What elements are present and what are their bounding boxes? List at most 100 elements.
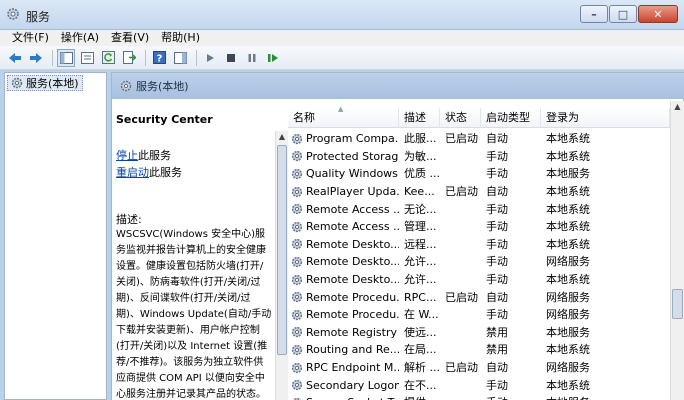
column-header-description[interactable]: 描述 [399,108,440,128]
description-line: 关闭)、防病毒软件(打开/关闭/过 [116,277,261,288]
service-status: 已启动 [445,361,478,375]
back-button[interactable] [6,49,24,67]
table-row[interactable]: Remote Procedu... 在 W... 手动 网络服务 [288,306,670,324]
service-log-on-as: 本地服务 [546,167,590,181]
table-row[interactable]: Remote Deskto... 允许... 手动 网络服务 [288,253,670,271]
table-row[interactable]: RealPlayer Upda... Kee... 已启动 自动 本地系统 [288,183,670,201]
services-gear-icon [11,77,23,89]
show-hide-button[interactable] [171,49,189,67]
pane-header: 服务(本地) [112,73,684,99]
description-scrollbar[interactable]: ▲ [275,131,288,400]
table-row[interactable]: Quality Windows... 优质 ... 手动 本地服务 [288,165,670,183]
console-tree-button[interactable] [57,48,75,67]
service-name: Routing and Re... [288,341,399,358]
service-log-on-as: 本地系统 [546,202,590,216]
stop-service-link[interactable]: 停止 [116,149,138,162]
list-scrollbar[interactable]: ▲ [670,101,684,400]
table-row[interactable]: Secondary Logon 在不... 手动 本地系统 [288,376,670,394]
stop-service-button[interactable] [222,49,240,67]
service-name: Remote Deskto... [288,271,399,288]
scroll-up-icon[interactable]: ▲ [671,101,684,113]
service-description: 提供... [399,394,440,400]
service-description: 此服... [404,132,437,146]
service-gear-icon [291,256,303,268]
table-row[interactable]: Remote Procedu... RPC... 已启动 自动 网络服务 [288,288,670,306]
description-label: 描述: [116,213,142,226]
table-row[interactable]: Secure Socket T...提供... 手动本地服务 [288,394,670,400]
close-icon: ✕ [653,7,663,21]
table-row[interactable]: Routing and Re... 在局... 禁用 本地系统 [288,341,670,359]
service-description: 解析 ... [404,361,440,375]
refresh-button[interactable] [99,49,117,67]
column-header-status[interactable]: 状态 [440,108,481,128]
console-tree-icon [59,51,73,64]
service-log-on-as: 本地系统 [546,273,590,287]
table-row[interactable]: RPC Endpoint M... 解析 ... 已启动 自动 网络服务 [288,359,670,377]
table-row[interactable]: Program Compa... 此服... 已启动 自动 本地系统 [288,130,670,148]
table-row[interactable]: Remote Access ... 管理... 手动 本地系统 [288,218,670,236]
description-line: 期)、反间谍软件(打开/关闭/过 [116,293,251,304]
scroll-thumb[interactable] [672,289,683,319]
console-tree-pane: 服务(本地) [4,72,107,400]
stop-service-icon [227,53,235,62]
service-log-on-as: 本地服务 [546,325,590,339]
service-gear-icon [291,344,303,356]
toolbar-separator [52,49,53,66]
service-gear-icon [291,221,303,232]
help-icon: ? [152,51,166,64]
service-startup-type: 手动 [486,378,508,392]
service-startup-type: 自动 [486,290,508,304]
menu-action[interactable]: 操作(A) [55,30,105,46]
table-row[interactable]: Remote Deskto... 允许... 手动 本地系统 [288,271,670,289]
table-row[interactable]: Remote Registry 使远... 禁用 本地服务 [288,324,670,342]
service-log-on-as: 网络服务 [546,308,590,322]
minimize-icon: – [591,7,597,21]
refresh-icon [101,51,115,64]
column-header-startup-type[interactable]: 启动类型 [481,108,541,128]
service-startup-type: 自动 [486,185,508,199]
scroll-up-icon[interactable]: ▲ [276,131,288,143]
restart-service-icon [268,53,278,62]
pane-title: 服务(本地) [136,80,189,93]
list-rows: Program Compa... 此服... 已启动 自动 本地系统 Protected … [288,130,670,400]
menu-view[interactable]: 查看(V) [105,30,155,46]
service-log-on-as: 本地系统 [546,237,590,251]
column-header-log-on-as[interactable]: 登录为 [541,108,670,128]
help-button[interactable]: ? [150,49,168,67]
export-icon [122,51,136,64]
service-gear-icon [291,151,303,162]
forward-button[interactable] [27,49,45,67]
minimize-button[interactable]: – [580,5,608,23]
service-description: 在局... [404,343,437,357]
service-startup-type: 手动 [486,273,508,287]
description-line: 荐/不推荐)。该服务为独立软件供 [116,357,264,368]
scroll-thumb[interactable] [277,145,287,355]
export-button[interactable] [120,49,138,67]
description-line: 务监视并报告计算机上的安全健康 [116,245,266,256]
restart-service-button[interactable] [264,49,282,67]
table-row[interactable]: Protected Storage 为敏... 手动 本地系统 [288,148,670,166]
column-header-name[interactable]: ▲ 名称 [288,106,399,128]
service-description: 使远... [404,325,437,339]
pause-service-button[interactable] [243,49,261,67]
service-status: 已启动 [445,185,478,199]
service-log-on-as: 本地系统 [546,378,590,392]
menu-file[interactable]: 文件(F) [6,30,55,46]
tree-item-services-local[interactable]: 服务(本地) [7,75,83,91]
maximize-button[interactable]: □ [609,5,637,23]
service-name: Remote Procedu... [288,289,399,306]
service-startup-type: 手动 [486,308,508,322]
table-row[interactable]: Remote Access ... 无论... 手动 本地系统 [288,200,670,218]
service-gear-icon [291,309,303,320]
properties-button[interactable] [78,49,96,67]
close-button[interactable]: ✕ [638,5,678,23]
service-gear-icon [291,186,303,197]
service-name: Quality Windows... [288,165,399,182]
start-service-button[interactable] [201,49,219,67]
restart-service-link[interactable]: 重启动 [116,166,149,179]
description-line: 心服务注册并记录其产品的状态。 [116,389,266,400]
menu-help[interactable]: 帮助(H) [155,30,206,46]
table-row[interactable]: Remote Deskto... 远程... 手动 本地系统 [288,236,670,254]
service-name: Remote Access ... [288,218,399,235]
service-description: 优质 ... [404,167,440,181]
